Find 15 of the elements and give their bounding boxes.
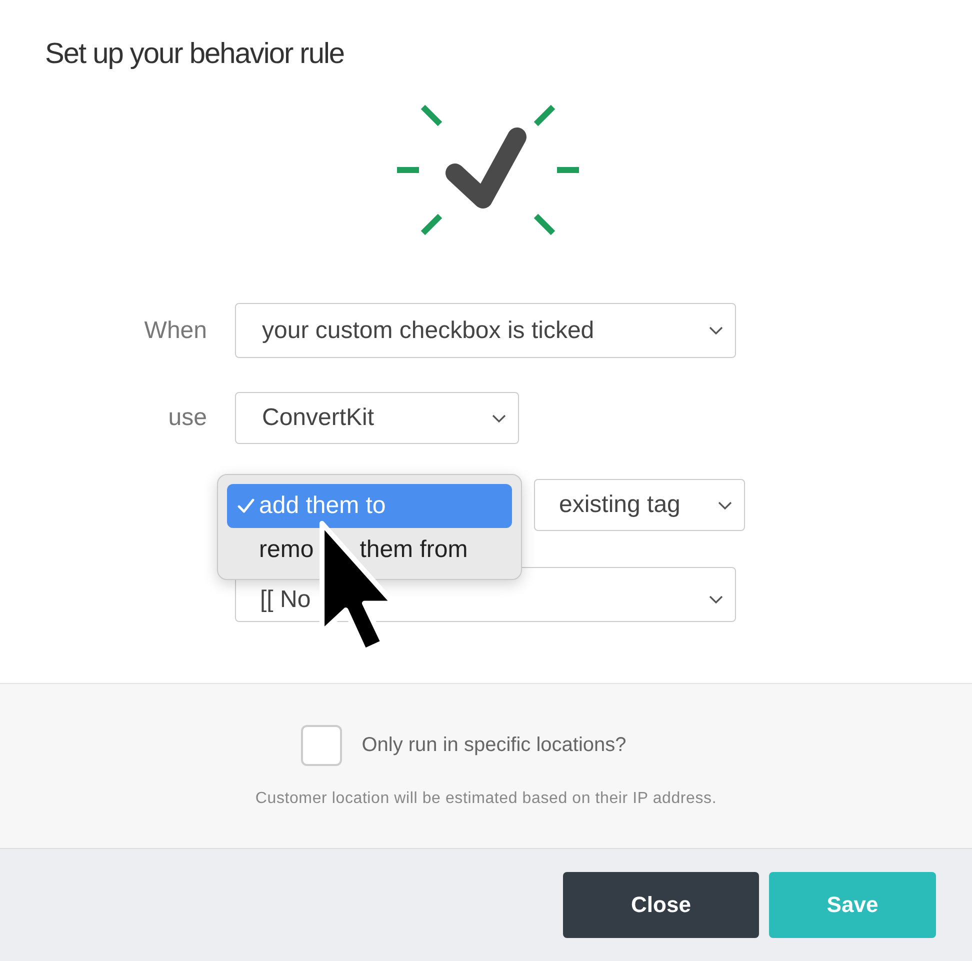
hint-text: Customer location will be estimated based on their IP address. <box>255 790 717 808</box>
field-label: use <box>168 404 207 431</box>
chevron-icon <box>709 595 723 604</box>
select-field[interactable]: ConvertKit <box>235 392 519 444</box>
chevron-icon <box>718 500 732 510</box>
select-field[interactable]: existing tag <box>534 479 745 531</box>
field-label: When <box>144 316 207 344</box>
checkbox[interactable] <box>300 725 342 766</box>
chevron-icon <box>492 414 506 422</box>
dialog-title: Set up your behavior rule <box>45 38 344 71</box>
close-button[interactable]: Close <box>563 872 759 938</box>
checkbox-label: Only run in specific locations? <box>362 734 626 757</box>
check-icon <box>237 498 255 514</box>
select-field[interactable]: your custom checkbox is ticked <box>235 303 736 358</box>
chevron-icon <box>709 326 723 335</box>
